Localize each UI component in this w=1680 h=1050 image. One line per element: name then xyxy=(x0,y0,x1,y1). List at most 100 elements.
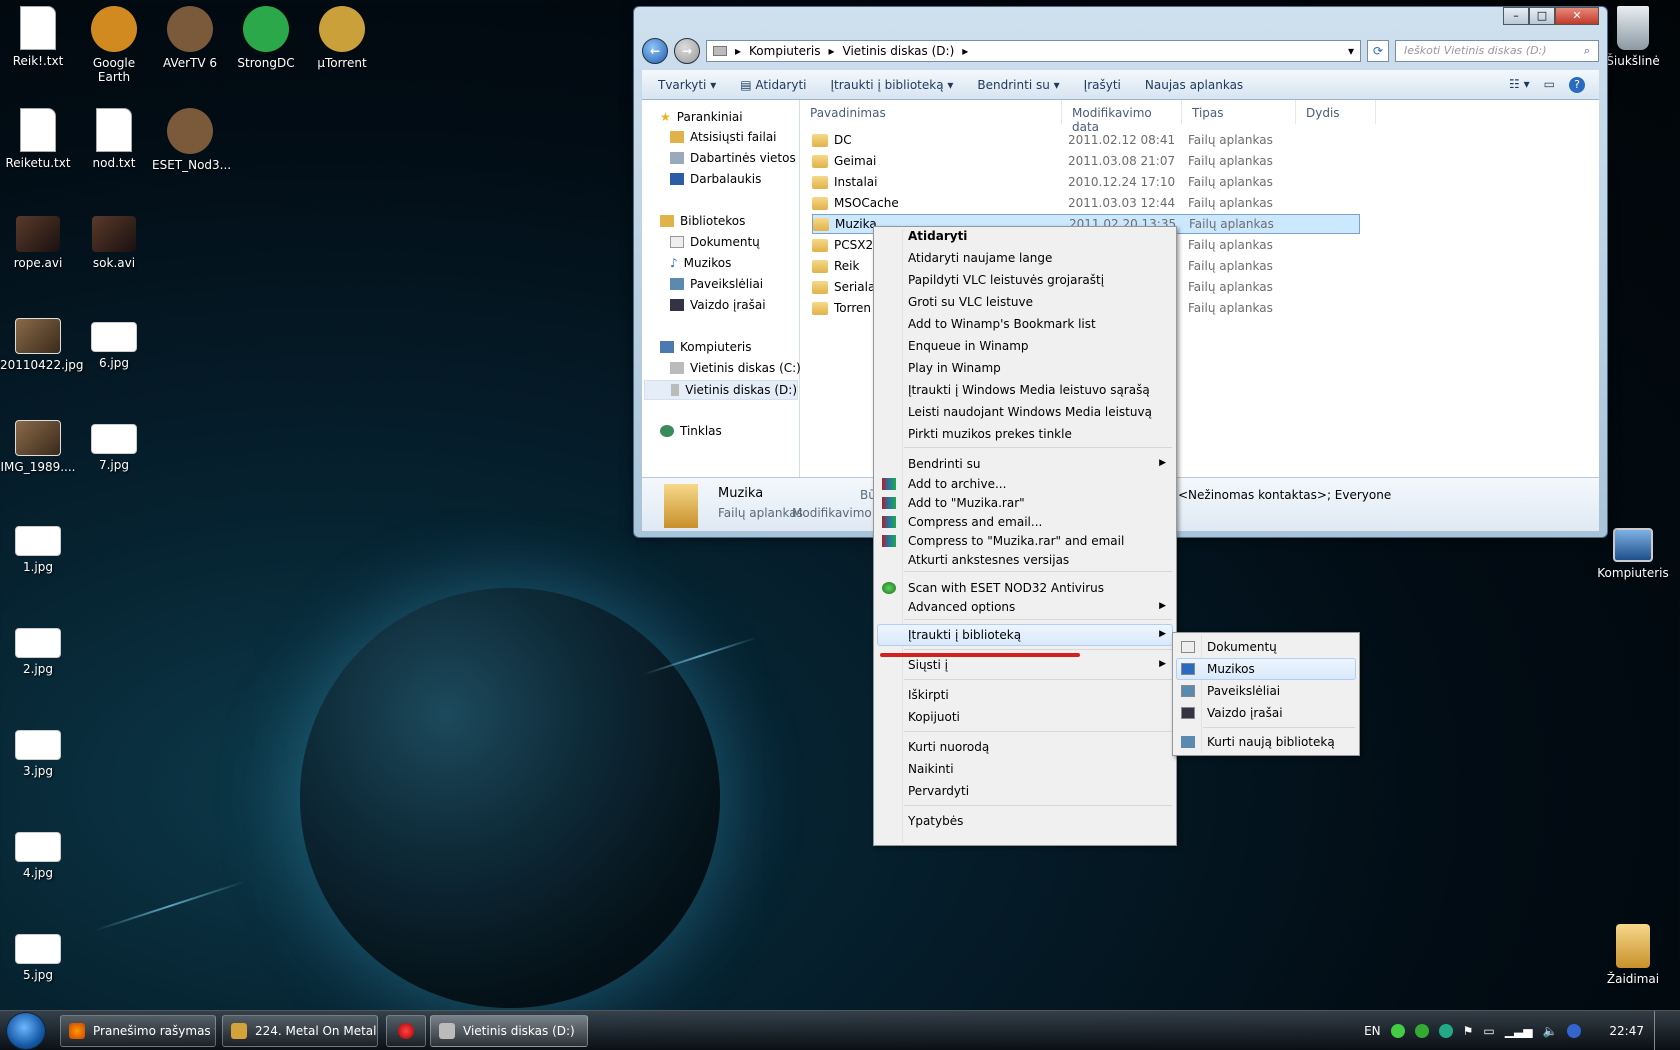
close-button[interactable]: ✕ xyxy=(1555,7,1599,25)
utorrent-icon[interactable] xyxy=(1414,1024,1429,1038)
taskbar-item-firefox[interactable]: Pranešimo rašymas t... xyxy=(60,1015,216,1047)
column-size[interactable]: Dydis xyxy=(1296,100,1376,124)
desktop-icon[interactable]: AVerTV 6 xyxy=(152,6,228,70)
taskbar-item-explorer[interactable]: Vietinis diskas (D:) xyxy=(430,1015,588,1047)
nav-libraries[interactable]: Bibliotekos xyxy=(660,214,745,228)
back-button[interactable]: ← xyxy=(642,38,668,64)
nav-videos[interactable]: Vaizdo įrašai xyxy=(670,298,766,312)
share-with-button[interactable]: Bendrinti su ▾ xyxy=(977,78,1059,92)
preview-pane-icon[interactable]: ▭ xyxy=(1544,77,1555,93)
menu-item[interactable]: Įtraukti į biblioteką xyxy=(908,628,1021,642)
help-icon[interactable]: ? xyxy=(1569,76,1585,93)
menu-item[interactable]: Siųsti į xyxy=(908,658,948,672)
nav-favorites[interactable]: ★ Parankiniai xyxy=(660,110,743,124)
menu-item[interactable]: Naikinti xyxy=(908,762,954,776)
desktop-icon[interactable]: µTorrent xyxy=(304,6,380,70)
desktop-icon[interactable]: ESET_Nod3... xyxy=(152,108,231,172)
display-icon[interactable]: ▭ xyxy=(1483,1024,1494,1038)
menu-item[interactable]: Scan with ESET NOD32 Antivirus xyxy=(908,581,1104,595)
desktop-icon[interactable]: nod.txt xyxy=(76,108,152,170)
column-type[interactable]: Tipas xyxy=(1182,100,1296,124)
new-folder-button[interactable]: Naujas aplankas xyxy=(1145,78,1243,92)
submenu-item[interactable]: Vaizdo įrašai xyxy=(1207,706,1283,720)
desktop-icon[interactable]: 4.jpg xyxy=(0,822,76,880)
desktop-icon[interactable]: sok.avi xyxy=(76,210,152,270)
action-center-icon[interactable]: ⚑ xyxy=(1463,1024,1474,1038)
desktop-icon[interactable]: 1.jpg xyxy=(0,516,76,574)
file-row[interactable]: MSOCache 2011.03.03 12:44 Failų aplankas xyxy=(812,193,1360,213)
forward-button[interactable]: → xyxy=(674,38,700,64)
file-row[interactable]: Instalai 2010.12.24 17:10 Failų aplankas xyxy=(812,172,1360,192)
menu-item[interactable]: Papildyti VLC leistuvės grojaraštį xyxy=(908,273,1104,287)
file-row[interactable]: DC 2011.02.12 08:41 Failų aplankas xyxy=(812,130,1360,150)
submenu-item[interactable]: Dokumentų xyxy=(1207,640,1277,654)
taskbar-item-winamp[interactable]: 224. Metal On Metal ... xyxy=(222,1015,378,1047)
breadcrumb-drive[interactable]: Vietinis diskas (D:) xyxy=(843,44,955,58)
menu-item[interactable]: Leisti naudojant Windows Media leistuvą xyxy=(908,405,1152,419)
menu-item[interactable]: Įtraukti į Windows Media leistuvo sąrašą xyxy=(908,383,1150,397)
nav-network[interactable]: Tinklas xyxy=(660,424,722,438)
organize-button[interactable]: Tvarkyti ▾ xyxy=(658,78,716,92)
include-library-button[interactable]: Įtraukti į biblioteką ▾ xyxy=(831,78,954,92)
power-icon[interactable] xyxy=(1567,1024,1582,1038)
submenu-item[interactable]: Paveikslėliai xyxy=(1207,684,1280,698)
desktop-icon[interactable]: rope.avi xyxy=(0,210,76,270)
open-button[interactable]: ▤ Atidaryti xyxy=(740,78,806,92)
breadcrumb-computer[interactable]: Kompiuteris xyxy=(749,44,820,58)
desktop-icon[interactable]: 5.jpg xyxy=(0,924,76,982)
menu-item[interactable]: Compress to "Muzika.rar" and email xyxy=(908,534,1124,548)
views-icon[interactable]: ☷ ▾ xyxy=(1509,77,1530,93)
eset-icon[interactable] xyxy=(1438,1024,1453,1038)
menu-item[interactable]: Bendrinti su xyxy=(908,457,980,471)
desktop-icon[interactable]: IMG_1989.... xyxy=(0,414,76,474)
nav-documents[interactable]: Dokumentų xyxy=(670,235,760,249)
address-bar[interactable]: ▸ Kompiuteris ▸ Vietinis diskas (D:) ▸ ▾ xyxy=(706,40,1361,62)
menu-item[interactable]: Advanced options xyxy=(908,600,1015,614)
menu-item[interactable]: Iškirpti xyxy=(908,688,949,702)
language-indicator[interactable]: EN xyxy=(1364,1024,1381,1038)
desktop-icon[interactable]: 6.jpg xyxy=(76,312,152,370)
desktop-icon[interactable]: 2.jpg xyxy=(0,618,76,676)
submenu-item[interactable]: Muzikos xyxy=(1207,662,1255,676)
nav-drive-c[interactable]: Vietinis diskas (C:) xyxy=(670,361,801,375)
menu-item[interactable]: Atidaryti xyxy=(908,229,967,243)
desktop-icon[interactable]: StrongDC xyxy=(228,6,304,70)
volume-icon[interactable]: 🔈 xyxy=(1542,1024,1557,1038)
start-button[interactable] xyxy=(6,1012,46,1050)
menu-item[interactable]: Pirkti muzikos prekes tinkle xyxy=(908,427,1072,441)
nav-downloads[interactable]: Atsisiųsti failai xyxy=(670,130,777,144)
desktop-icon[interactable]: 7.jpg xyxy=(76,414,152,472)
menu-item[interactable]: Add to "Muzika.rar" xyxy=(908,496,1025,510)
menu-item[interactable]: Pervardyti xyxy=(908,784,969,798)
menu-item[interactable]: Kopijuoti xyxy=(908,710,960,724)
menu-item[interactable]: Enqueue in Winamp xyxy=(908,339,1029,353)
menu-item[interactable]: Atidaryti naujame lange xyxy=(908,251,1052,265)
menu-item[interactable]: Compress and email... xyxy=(908,515,1042,529)
column-name[interactable]: Pavadinimas xyxy=(800,100,1062,124)
taskbar-item-opera[interactable] xyxy=(386,1015,426,1047)
menu-item[interactable]: Ypatybės xyxy=(908,814,963,828)
desktop-icon-games[interactable]: Žaidimai xyxy=(1595,924,1671,986)
nav-desktop[interactable]: Darbalaukis xyxy=(670,172,761,186)
menu-item[interactable]: Groti su VLC leistuve xyxy=(908,295,1033,309)
nav-pictures[interactable]: Paveikslėliai xyxy=(670,277,763,291)
nav-recent-places[interactable]: Dabartinės vietos xyxy=(670,151,796,165)
show-desktop-button[interactable] xyxy=(1654,1011,1666,1050)
nav-computer[interactable]: Kompiuteris xyxy=(660,340,751,354)
minimize-button[interactable]: – xyxy=(1503,7,1529,25)
submenu-item-create-library[interactable]: Kurti naują biblioteką xyxy=(1207,735,1335,749)
menu-item[interactable]: Add to Winamp's Bookmark list xyxy=(908,317,1096,331)
column-date[interactable]: Modifikavimo data xyxy=(1062,100,1182,134)
menu-item[interactable]: Kurti nuorodą xyxy=(908,740,989,754)
menu-item[interactable]: Add to archive... xyxy=(908,477,1006,491)
menu-item[interactable]: Play in Winamp xyxy=(908,361,1001,375)
desktop-icon[interactable]: 20110422.jpg xyxy=(0,312,83,372)
desktop-icon[interactable]: Reik!.txt xyxy=(0,6,76,68)
desktop-icon[interactable]: Google Earth xyxy=(76,6,152,84)
refresh-icon[interactable]: ⟳ xyxy=(1367,40,1389,62)
burn-button[interactable]: Įrašyti xyxy=(1084,78,1121,92)
search-input[interactable]: Ieškoti Vietinis diskas (D:) ⌕ xyxy=(1395,40,1599,62)
network-signal-icon[interactable]: ▁▃▅ xyxy=(1505,1024,1533,1038)
desktop-icon[interactable]: 3.jpg xyxy=(0,720,76,778)
history-dropdown-icon[interactable]: ▾ xyxy=(1348,44,1354,58)
